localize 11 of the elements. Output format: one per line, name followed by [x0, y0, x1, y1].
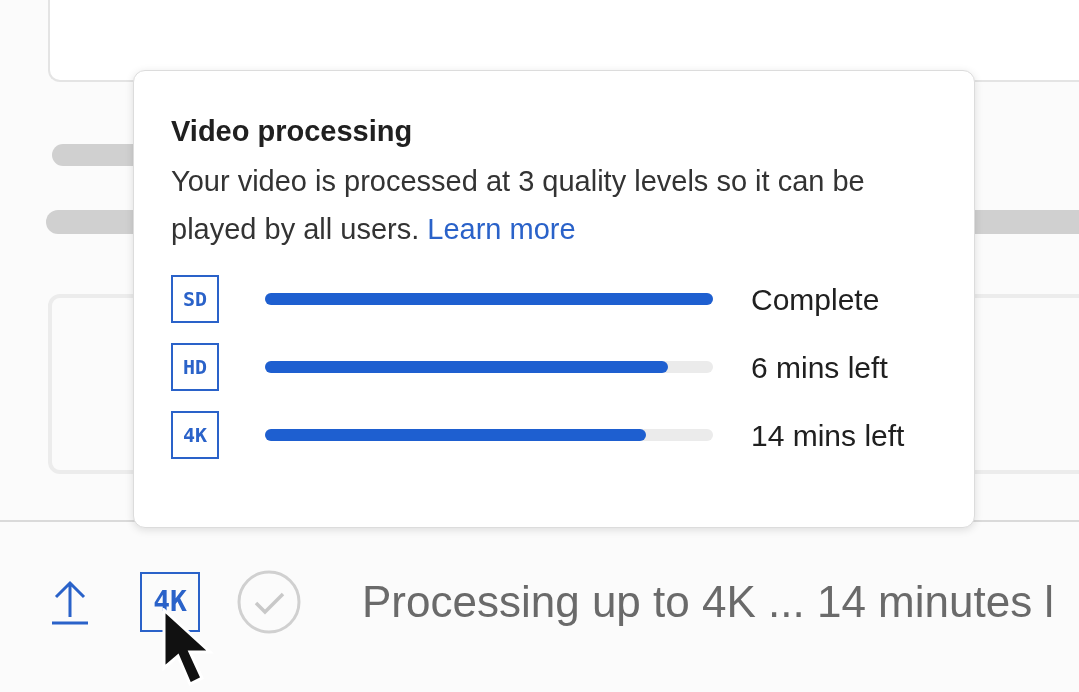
learn-more-link[interactable]: Learn more	[427, 213, 576, 245]
quality-badge: 4K	[171, 411, 219, 459]
quality-badge: SD	[171, 275, 219, 323]
check-circle-icon	[236, 569, 302, 635]
status-text: Processing up to 4K ... 14 minutes l	[362, 576, 1055, 628]
quality-badge: HD	[171, 343, 219, 391]
progress-status: 14 mins left	[751, 417, 905, 454]
progress-status: 6 mins left	[751, 349, 888, 386]
tooltip-title: Video processing	[171, 115, 414, 147]
progress-status: Complete	[751, 281, 880, 318]
tooltip-description: Your video is processed at 3 quality levels so it can be played by all users. Learn more	[171, 164, 866, 247]
